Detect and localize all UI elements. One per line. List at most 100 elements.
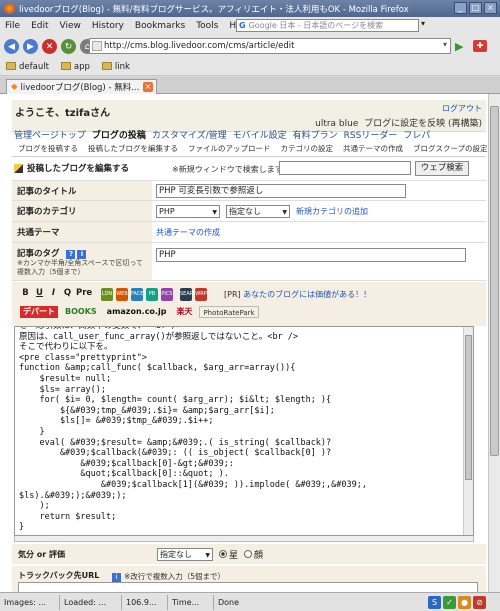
sub-nav: ブログを投稿する 投稿したブログを編集する ファイルのアップロード カテゴリの設…: [18, 143, 488, 154]
photorate-logo[interactable]: PhotoRatePark: [199, 306, 259, 318]
body-textarea[interactable]: を一応引数に、関数中の変数で、 <br /> 原因は、call_user_func…: [14, 326, 474, 536]
info-icon[interactable]: i: [112, 573, 121, 582]
nav-admin-top[interactable]: 管理ページトップ: [14, 128, 86, 141]
menu-history[interactable]: History: [92, 21, 124, 31]
block-icon[interactable]: ⊘: [473, 595, 486, 609]
code-line: }: [19, 426, 45, 437]
nav-paid-plan[interactable]: 有料プラン: [293, 128, 338, 141]
depart-logo[interactable]: デパート: [20, 306, 58, 318]
tag-field-wrap: PHP: [152, 243, 486, 280]
stop-icon[interactable]: ✕: [42, 39, 57, 54]
subnav-post[interactable]: ブログを投稿する: [18, 143, 78, 154]
nav-customize[interactable]: カスタマイズ/管理: [152, 128, 227, 141]
pencil-icon: [14, 163, 23, 173]
page-favicon-icon: [92, 41, 102, 51]
web-icon[interactable]: WEB: [116, 288, 128, 301]
web-search-input[interactable]: [279, 161, 411, 175]
web-search-button[interactable]: ウェブ検索: [415, 161, 469, 176]
editor-resize-handle[interactable]: [14, 536, 474, 542]
amazon-logo[interactable]: amazon.co.jp: [104, 306, 170, 318]
pre-button[interactable]: Pre: [76, 288, 92, 299]
subnav-edit[interactable]: 投稿したブログを編集する: [88, 143, 178, 154]
edit-heading-text: 投稿したブログを編集する: [27, 164, 130, 174]
menu-view[interactable]: View: [60, 21, 81, 31]
menu-tools[interactable]: Tools: [196, 21, 218, 31]
subnav-upload[interactable]: ファイルのアップロード: [188, 143, 271, 154]
wrap-icon[interactable]: WRP: [195, 288, 207, 301]
firefox-icon: [4, 3, 15, 14]
bookmark-folder-app[interactable]: app: [60, 62, 90, 72]
star-radio[interactable]: [219, 550, 227, 558]
nav-rss-reader[interactable]: RSSリーダー: [344, 128, 398, 141]
tag-hint: ※カンマか半角/全角スペースで区切って複数入力（5個まで）: [17, 259, 144, 276]
category-select[interactable]: PHP: [156, 204, 220, 218]
search-engine-dropdown-icon[interactable]: ▾: [421, 19, 425, 28]
face-radio[interactable]: [244, 550, 253, 558]
close-tab-icon[interactable]: ×: [143, 82, 153, 92]
bookmark-folder-link[interactable]: link: [101, 62, 130, 72]
italic-button[interactable]: I: [48, 288, 59, 299]
subcategory-select[interactable]: 指定なし: [226, 204, 290, 218]
forward-icon[interactable]: ▶: [23, 39, 38, 54]
url-dropdown-icon[interactable]: ▾: [443, 40, 447, 49]
tag-input[interactable]: PHP: [156, 248, 466, 262]
nav-blog-post[interactable]: ブログの投稿: [92, 128, 146, 141]
face-icon[interactable]: FACE: [131, 288, 143, 301]
create-theme-link[interactable]: 共通テーマの作成: [156, 227, 220, 238]
page-scroll-thumb[interactable]: [490, 106, 499, 456]
nav-frepa[interactable]: フレパ: [403, 128, 430, 141]
photo-icon[interactable]: PB: [146, 288, 158, 301]
editor-scroll-thumb[interactable]: [465, 335, 472, 480]
title-input[interactable]: PHP 可変長引数で参照返し: [156, 183, 406, 198]
add-category-link[interactable]: 新規カテゴリの追加: [296, 206, 368, 217]
theme-field-wrap: 共通テーマの作成: [152, 222, 486, 242]
google-icon: G: [239, 21, 246, 30]
menu-bookmarks[interactable]: Bookmarks: [135, 21, 185, 31]
security-icon[interactable]: S: [428, 595, 441, 609]
nav-mobile[interactable]: モバイル設定: [233, 128, 287, 141]
subnav-theme[interactable]: 共通テーマの作成: [343, 143, 403, 154]
minimize-button[interactable]: _: [454, 2, 467, 14]
close-window-button[interactable]: ×: [484, 2, 497, 14]
code-line: $result= null;: [19, 373, 112, 384]
maximize-button[interactable]: □: [469, 2, 482, 14]
quote-button[interactable]: Q: [62, 288, 73, 299]
help-icon[interactable]: ?: [66, 250, 76, 259]
search-placeholder: Google 日本 - 日本語のページを検索: [248, 21, 384, 30]
trackback-input[interactable]: [18, 582, 478, 592]
theme-row: 共通テーマ 共通テーマの作成: [12, 222, 486, 243]
addon-icon[interactable]: ✚: [473, 40, 487, 52]
reload-icon[interactable]: ↻: [61, 39, 76, 54]
subnav-category[interactable]: カテゴリの設定: [281, 143, 334, 154]
link-icon[interactable]: LDN: [101, 288, 113, 301]
bold-button[interactable]: B: [20, 288, 31, 299]
books-logo[interactable]: BOOKS: [62, 306, 100, 318]
search-icon[interactable]: SEARCH: [180, 288, 200, 301]
pr-link[interactable]: あなたのブログには価値がある！！: [243, 290, 371, 299]
back-icon[interactable]: ◀: [4, 39, 19, 54]
menu-edit[interactable]: Edit: [31, 21, 48, 31]
addon-status-icon[interactable]: ✓: [443, 595, 456, 609]
info-icon[interactable]: i: [77, 250, 87, 259]
tab-livedoor[interactable]: ◆ livedoorブログ(Blog) - 無料... ×: [6, 79, 157, 94]
subnav-scoop[interactable]: ブログスクープの設定: [413, 143, 488, 154]
bookmark-folder-default[interactable]: default: [6, 62, 49, 72]
search-input[interactable]: G Google 日本 - 日本語のページを検索: [236, 19, 419, 32]
logout-link[interactable]: ログアウト: [442, 103, 482, 114]
rakuten-logo[interactable]: 楽天: [173, 306, 195, 318]
mood-label: 気分 or 評価: [18, 549, 66, 559]
tag-label-cell: 記事のタグ ? i ※カンマか半角/全角スペースで区切って複数入力（5個まで）: [12, 243, 152, 280]
pics-icon[interactable]: PICS: [161, 288, 173, 301]
underline-button[interactable]: U: [34, 288, 45, 299]
mood-select[interactable]: 指定なし: [157, 547, 213, 561]
page-scrollbar[interactable]: [488, 94, 500, 592]
editor-scrollbar[interactable]: [463, 327, 473, 535]
code-line: return $result;: [19, 511, 117, 522]
menu-file[interactable]: File: [5, 21, 20, 31]
go-icon[interactable]: ▶: [455, 40, 465, 53]
url-bar[interactable]: http://cms.blog.livedoor.com/cms/article…: [89, 38, 451, 54]
feed-icon[interactable]: ●: [458, 595, 471, 609]
status-images: Images: ...: [0, 594, 60, 610]
title-label: 記事のタイトル: [12, 181, 152, 200]
title-row: 記事のタイトル PHP 可変長引数で参照返し: [12, 181, 486, 201]
